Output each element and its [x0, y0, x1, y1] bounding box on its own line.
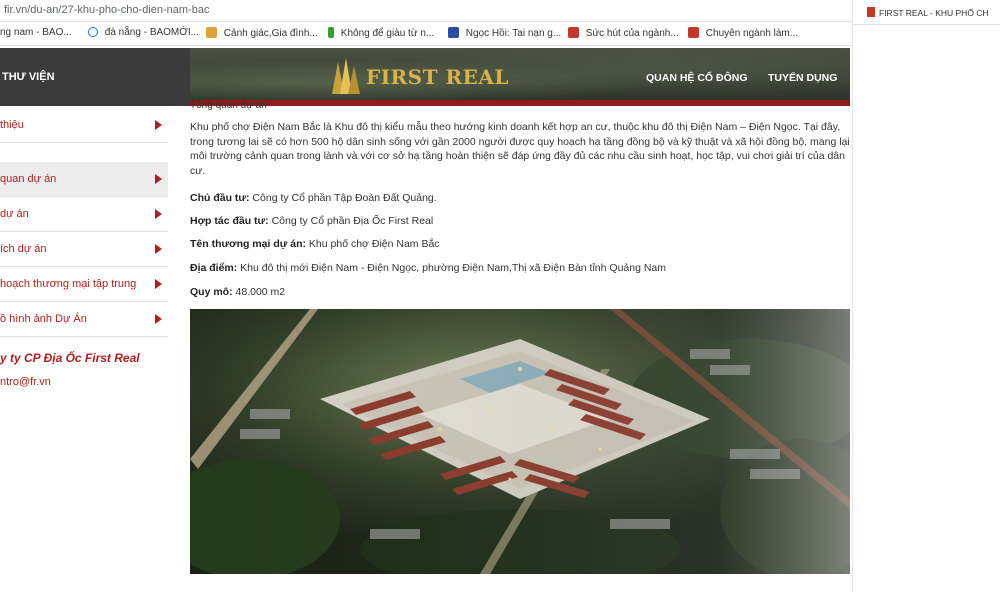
news-icon: [448, 27, 459, 38]
bookmark-item[interactable]: Chuyên ngành làm...: [688, 27, 798, 39]
field-label: Tên thương mại dự án:: [190, 238, 307, 250]
bookmark-label: Cảnh giác,Gia đình...: [223, 28, 318, 39]
bookmark-label: Sức hút của ngành...: [585, 28, 679, 39]
arrow-right-icon: [155, 244, 162, 254]
sidebar-item-tien-ich[interactable]: ích dự án: [0, 232, 168, 267]
sidebar-item-label: ồ hình ảnh Dự Án: [0, 313, 87, 325]
field-value: Khu phố chợ Điện Nam Bắc: [306, 238, 440, 250]
field-quy-mo: Quy mô: 48.000 m2: [190, 286, 285, 298]
sidebar-item-label: hoạch thương mại tập trung: [0, 278, 137, 290]
arrow-right-icon: [155, 209, 162, 219]
field-value: Công ty Cổ phần Địa Ốc First Real: [268, 215, 434, 227]
nav-thu-vien[interactable]: THƯ VIỆN: [2, 71, 55, 83]
logo-text[interactable]: FIRST REAL: [366, 65, 509, 89]
section-title: Tổng quan dự án: [190, 100, 267, 111]
field-ten-thuong-mai: Tên thương mại dự án: Khu phố chợ Điện N…: [190, 238, 440, 250]
news-icon: [568, 27, 579, 38]
folder-icon: [206, 27, 217, 38]
field-value: 48.000 m2: [232, 286, 286, 298]
field-label: Địa điểm:: [190, 262, 238, 274]
sidebar-item-gioi-thieu[interactable]: thiệu: [0, 108, 168, 143]
first-real-logo-icon[interactable]: [328, 56, 364, 96]
address-bar[interactable]: fir.vn/du-an/27-khu-pho-cho-dien-nam-bac: [0, 0, 852, 22]
bookmark-label: đà nẵng - BAOMỚI...: [104, 27, 199, 38]
news-icon: [688, 27, 699, 38]
sidebar-item-tong-quan[interactable]: quan dự án: [0, 162, 168, 197]
sidebar-item-label: thiệu: [0, 119, 24, 131]
bookmark-item[interactable]: Không để giàu từ n...: [328, 27, 434, 39]
project-intro: Khu phố chợ Điện Nam Bắc là Khu đô thị k…: [190, 121, 850, 177]
browser-window: fir.vn/du-an/27-khu-pho-cho-dien-nam-bac…: [0, 0, 1000, 592]
sidebar-item-label: quan dự án: [0, 173, 57, 185]
bookmarks-bar: ng nam - BAO... đà nẵng - BAOMỚI... Cảnh…: [0, 22, 852, 46]
site-favicon-icon: [867, 7, 875, 17]
tab-divider: [853, 24, 1000, 25]
bookmark-item[interactable]: Cảnh giác,Gia đình...: [206, 27, 318, 39]
header-left-nav: THƯ VIỆN: [0, 48, 190, 106]
field-label: Chủ đầu tư:: [190, 192, 250, 204]
bookmark-label: Ngọc Hồi: Tai nạn g...: [465, 28, 562, 39]
field-value: Công ty Cổ phần Tập Đoàn Đất Quảng.: [249, 192, 437, 204]
field-dia-diem: Địa điểm: Khu đô thị mới Điện Nam - Điện…: [190, 262, 666, 274]
tab-title: FIRST REAL - KHU PHỐ CH: [879, 8, 989, 18]
header-banner: FIRST REAL QUAN HỆ CỔ ĐÔNG TUYỂN DỤNG: [190, 48, 850, 106]
field-label: Quy mô:: [190, 286, 233, 298]
globe-icon: [88, 27, 98, 37]
sidebar-item-hinh-anh[interactable]: ồ hình ảnh Dự Án: [0, 302, 168, 337]
banner-background: [190, 48, 850, 106]
bookmark-label: Chuyên ngành làm...: [705, 28, 799, 39]
side-tab-panel: FIRST REAL - KHU PHỐ CH: [852, 0, 1000, 592]
sidebar-item-label: dự án: [0, 208, 29, 220]
field-chu-dau-tu: Chủ đầu tư: Công ty Cổ phần Tập Đoàn Đất…: [190, 192, 437, 204]
nav-quan-he-co-dong[interactable]: QUAN HỆ CỔ ĐÔNG: [646, 72, 748, 84]
bookmark-label: Không để giàu từ n...: [340, 28, 435, 39]
url-text[interactable]: fir.vn/du-an/27-khu-pho-cho-dien-nam-bac: [4, 4, 209, 16]
field-hop-tac: Hợp tác đầu tư: Công ty Cổ phần Địa Ốc F…: [190, 215, 433, 227]
header-accent-bar: [190, 100, 850, 106]
bookmark-label: ng nam - BAO...: [0, 27, 72, 38]
bookmark-item[interactable]: đà nẵng - BAOMỚI...: [88, 27, 199, 38]
project-aerial-image: [190, 309, 850, 574]
bookmark-item[interactable]: Ngọc Hồi: Tai nạn g...: [448, 27, 561, 39]
company-name: y ty CP Địa Ốc First Real: [0, 351, 140, 365]
sidebar-item-vi-tri[interactable]: dự án: [0, 197, 168, 232]
bookmark-item[interactable]: Sức hút của ngành...: [568, 27, 679, 39]
arrow-right-icon: [155, 314, 162, 324]
arrow-right-icon: [155, 279, 162, 289]
bookmark-icon: [328, 27, 334, 38]
bookmark-item[interactable]: ng nam - BAO...: [0, 27, 72, 38]
company-email[interactable]: ntro@fr.vn: [0, 376, 51, 388]
browser-tab[interactable]: FIRST REAL - KHU PHỐ CH: [867, 7, 999, 18]
sidebar-item-quy-hoach[interactable]: hoạch thương mại tập trung: [0, 267, 168, 302]
field-value: Khu đô thị mới Điện Nam - Điện Ngọc, phư…: [237, 262, 667, 274]
nav-tuyen-dung[interactable]: TUYỂN DỤNG: [768, 72, 837, 84]
arrow-right-icon: [155, 174, 162, 184]
arrow-right-icon: [155, 120, 162, 130]
field-label: Hợp tác đầu tư:: [190, 215, 269, 227]
sidebar-item-label: ích dự án: [0, 243, 47, 255]
